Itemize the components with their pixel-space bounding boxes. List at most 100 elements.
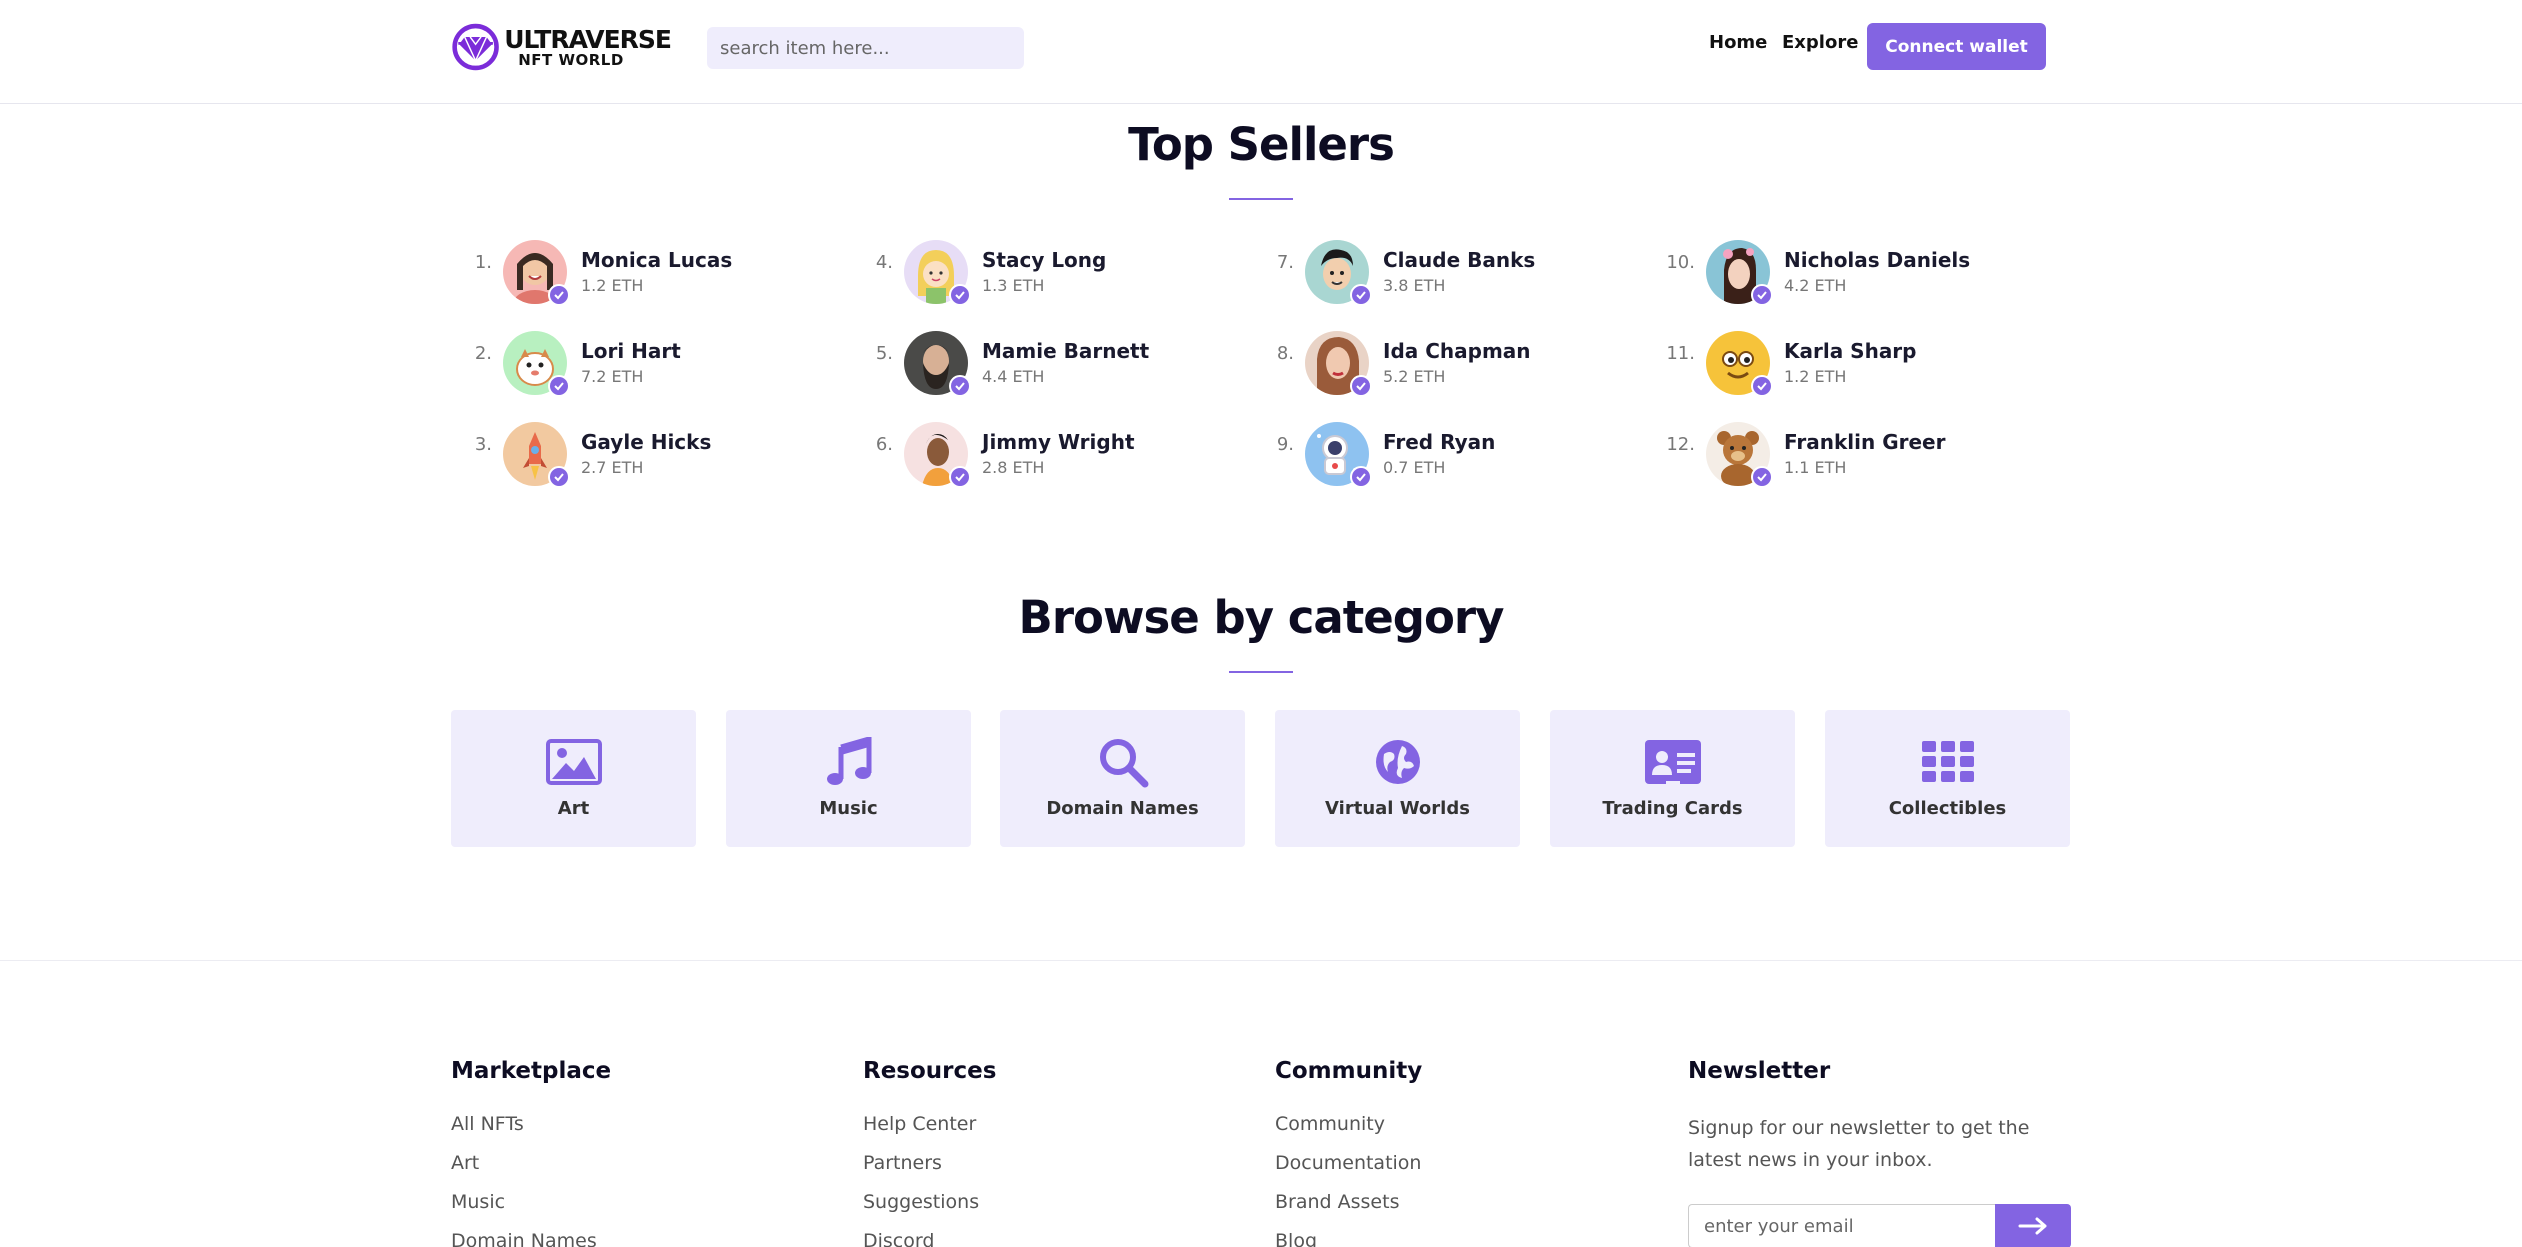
seller-item[interactable]: 8. Ida Chapman 5.2 ETH: [1250, 331, 1580, 401]
footer-link[interactable]: Domain Names: [451, 1229, 611, 1247]
seller-rank: 5.: [875, 343, 893, 364]
top-sellers-title: Top Sellers: [1128, 118, 1395, 171]
seller-name[interactable]: Ida Chapman: [1383, 339, 1531, 363]
category-card-trading-cards[interactable]: Trading Cards: [1550, 710, 1795, 847]
seller-eth: 5.2 ETH: [1383, 367, 1446, 386]
verified-check-icon: [1350, 466, 1372, 488]
category-label: Domain Names: [1046, 798, 1199, 819]
seller-name[interactable]: Nicholas Daniels: [1784, 248, 1970, 272]
seller-item[interactable]: 6. Jimmy Wright 2.8 ETH: [849, 422, 1179, 492]
seller-name[interactable]: Lori Hart: [581, 339, 681, 363]
footer-link[interactable]: Music: [451, 1190, 611, 1229]
category-card-virtual-worlds[interactable]: Virtual Worlds: [1275, 710, 1520, 847]
grid-icon: [1825, 734, 2070, 790]
title-underline: [1229, 198, 1293, 200]
footer-link[interactable]: Partners: [863, 1151, 996, 1190]
seller-eth: 1.2 ETH: [1784, 367, 1847, 386]
seller-item[interactable]: 3. Gayle Hicks 2.7 ETH: [448, 422, 778, 492]
search-input[interactable]: [707, 27, 1024, 69]
footer-heading: Community: [1275, 1058, 1423, 1084]
footer-link[interactable]: Art: [451, 1151, 611, 1190]
seller-name[interactable]: Jimmy Wright: [982, 430, 1135, 454]
nav-explore-link[interactable]: Explore: [1782, 32, 1858, 53]
verified-check-icon: [949, 375, 971, 397]
verified-check-icon: [548, 466, 570, 488]
footer-link[interactable]: Brand Assets: [1275, 1190, 1422, 1229]
footer-divider: [0, 960, 2522, 961]
logo-main-text: ULTRAVERSE: [504, 24, 672, 54]
seller-name[interactable]: Mamie Barnett: [982, 339, 1149, 363]
seller-item[interactable]: 7. Claude Banks 3.8 ETH: [1250, 240, 1580, 310]
seller-name[interactable]: Claude Banks: [1383, 248, 1535, 272]
seller-rank: 8.: [1276, 343, 1294, 364]
seller-name[interactable]: Stacy Long: [982, 248, 1106, 272]
seller-eth: 3.8 ETH: [1383, 276, 1446, 295]
seller-item[interactable]: 4. Stacy Long 1.3 ETH: [849, 240, 1179, 310]
seller-rank: 1.: [474, 252, 492, 273]
footer-newsletter: Newsletter Signup for our newsletter to …: [1688, 1058, 2068, 1176]
footer-heading: Marketplace: [451, 1058, 612, 1084]
seller-item[interactable]: 9. Fred Ryan 0.7 ETH: [1250, 422, 1580, 492]
category-label: Collectibles: [1888, 798, 2007, 819]
footer-link[interactable]: Discord: [863, 1229, 996, 1247]
logo-icon: [452, 23, 499, 71]
seller-item[interactable]: 10. Nicholas Daniels 4.2 ETH: [1651, 240, 1981, 310]
search-icon: [1000, 734, 1245, 790]
title-underline: [1229, 671, 1293, 673]
newsletter-email-input[interactable]: [1688, 1204, 1995, 1247]
connect-wallet-button[interactable]: Connect wallet: [1867, 23, 2046, 70]
footer-marketplace: Marketplace All NFTs Art Music Domain Na…: [451, 1058, 611, 1247]
seller-name[interactable]: Franklin Greer: [1784, 430, 1945, 454]
verified-check-icon: [548, 284, 570, 306]
newsletter-submit-button[interactable]: [1995, 1204, 2071, 1247]
seller-eth: 2.7 ETH: [581, 458, 644, 477]
footer-link[interactable]: Community: [1275, 1112, 1422, 1151]
seller-name[interactable]: Karla Sharp: [1784, 339, 1917, 363]
footer-link[interactable]: Blog: [1275, 1229, 1422, 1247]
category-card-collectibles[interactable]: Collectibles: [1825, 710, 2070, 847]
category-label: Music: [819, 798, 878, 819]
seller-item[interactable]: 2. Lori Hart 7.2 ETH: [448, 331, 778, 401]
category-label: Trading Cards: [1602, 798, 1743, 819]
seller-item[interactable]: 11. Karla Sharp 1.2 ETH: [1651, 331, 1981, 401]
id-card-icon: [1550, 734, 1795, 790]
seller-rank: 11.: [1666, 343, 1695, 364]
site-logo[interactable]: ULTRAVERSE NFT WORLD: [451, 22, 672, 72]
category-card-music[interactable]: Music: [726, 710, 971, 847]
seller-eth: 0.7 ETH: [1383, 458, 1446, 477]
category-card-art[interactable]: Art: [451, 710, 696, 847]
seller-eth: 2.8 ETH: [982, 458, 1045, 477]
seller-name[interactable]: Monica Lucas: [581, 248, 732, 272]
seller-rank: 4.: [875, 252, 893, 273]
arrow-right-icon: [2018, 1217, 2047, 1235]
globe-icon: [1275, 734, 1520, 790]
seller-rank: 12.: [1666, 434, 1695, 455]
footer-heading: Resources: [863, 1058, 997, 1084]
seller-item[interactable]: 12. Franklin Greer 1.1 ETH: [1651, 422, 1981, 492]
site-header: ULTRAVERSE NFT WORLD Home Explore Connec…: [0, 0, 2522, 104]
footer-link[interactable]: Help Center: [863, 1112, 996, 1151]
category-label: Virtual Worlds: [1325, 798, 1470, 819]
verified-check-icon: [949, 466, 971, 488]
seller-eth: 4.2 ETH: [1784, 276, 1847, 295]
seller-eth: 1.1 ETH: [1784, 458, 1847, 477]
seller-item[interactable]: 1. Monica Lucas 1.2 ETH: [448, 240, 778, 310]
footer-link[interactable]: Documentation: [1275, 1151, 1422, 1190]
seller-rank: 10.: [1666, 252, 1695, 273]
seller-eth: 1.2 ETH: [581, 276, 644, 295]
seller-eth: 4.4 ETH: [982, 367, 1045, 386]
seller-rank: 9.: [1276, 434, 1294, 455]
footer-link[interactable]: Suggestions: [863, 1190, 996, 1229]
verified-check-icon: [949, 284, 971, 306]
seller-rank: 2.: [474, 343, 492, 364]
footer-link[interactable]: All NFTs: [451, 1112, 611, 1151]
footer-heading: Newsletter: [1688, 1058, 1831, 1084]
verified-check-icon: [1751, 284, 1773, 306]
category-card-domain-names[interactable]: Domain Names: [1000, 710, 1245, 847]
footer-resources: Resources Help Center Partners Suggestio…: [863, 1058, 996, 1247]
nav-home-link[interactable]: Home: [1709, 32, 1767, 53]
seller-name[interactable]: Fred Ryan: [1383, 430, 1495, 454]
seller-rank: 7.: [1276, 252, 1294, 273]
seller-name[interactable]: Gayle Hicks: [581, 430, 711, 454]
seller-item[interactable]: 5. Mamie Barnett 4.4 ETH: [849, 331, 1179, 401]
